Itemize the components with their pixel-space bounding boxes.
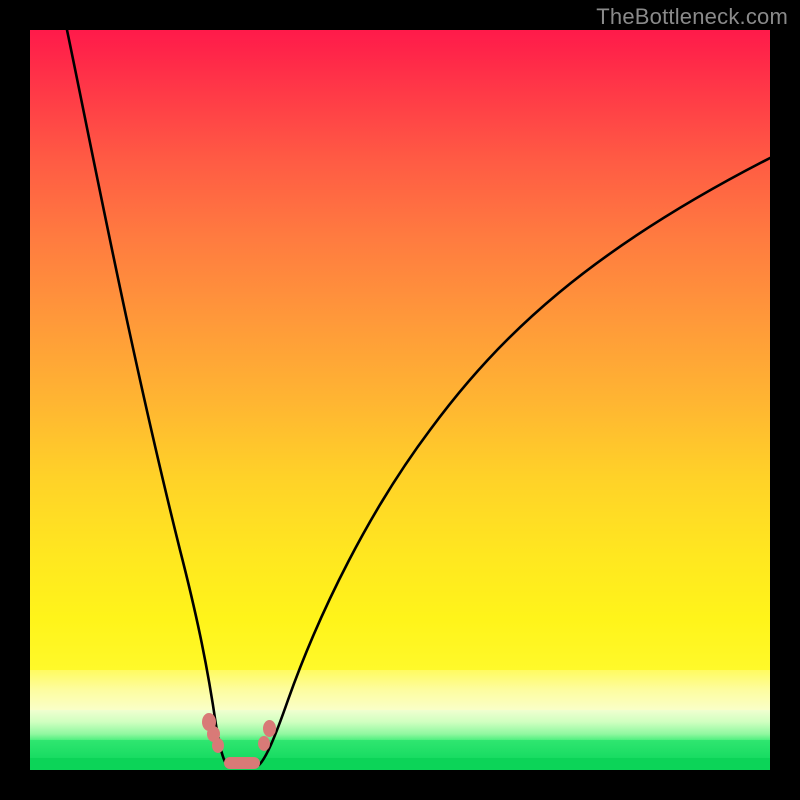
plot-area — [30, 30, 770, 770]
bottleneck-curve — [30, 30, 770, 770]
marker-right-2 — [263, 720, 276, 737]
marker-right-1 — [258, 736, 270, 751]
watermark-text: TheBottleneck.com — [596, 4, 788, 30]
chart-frame: TheBottleneck.com — [0, 0, 800, 800]
marker-valley-bar — [224, 757, 260, 769]
marker-left-3 — [212, 738, 224, 753]
